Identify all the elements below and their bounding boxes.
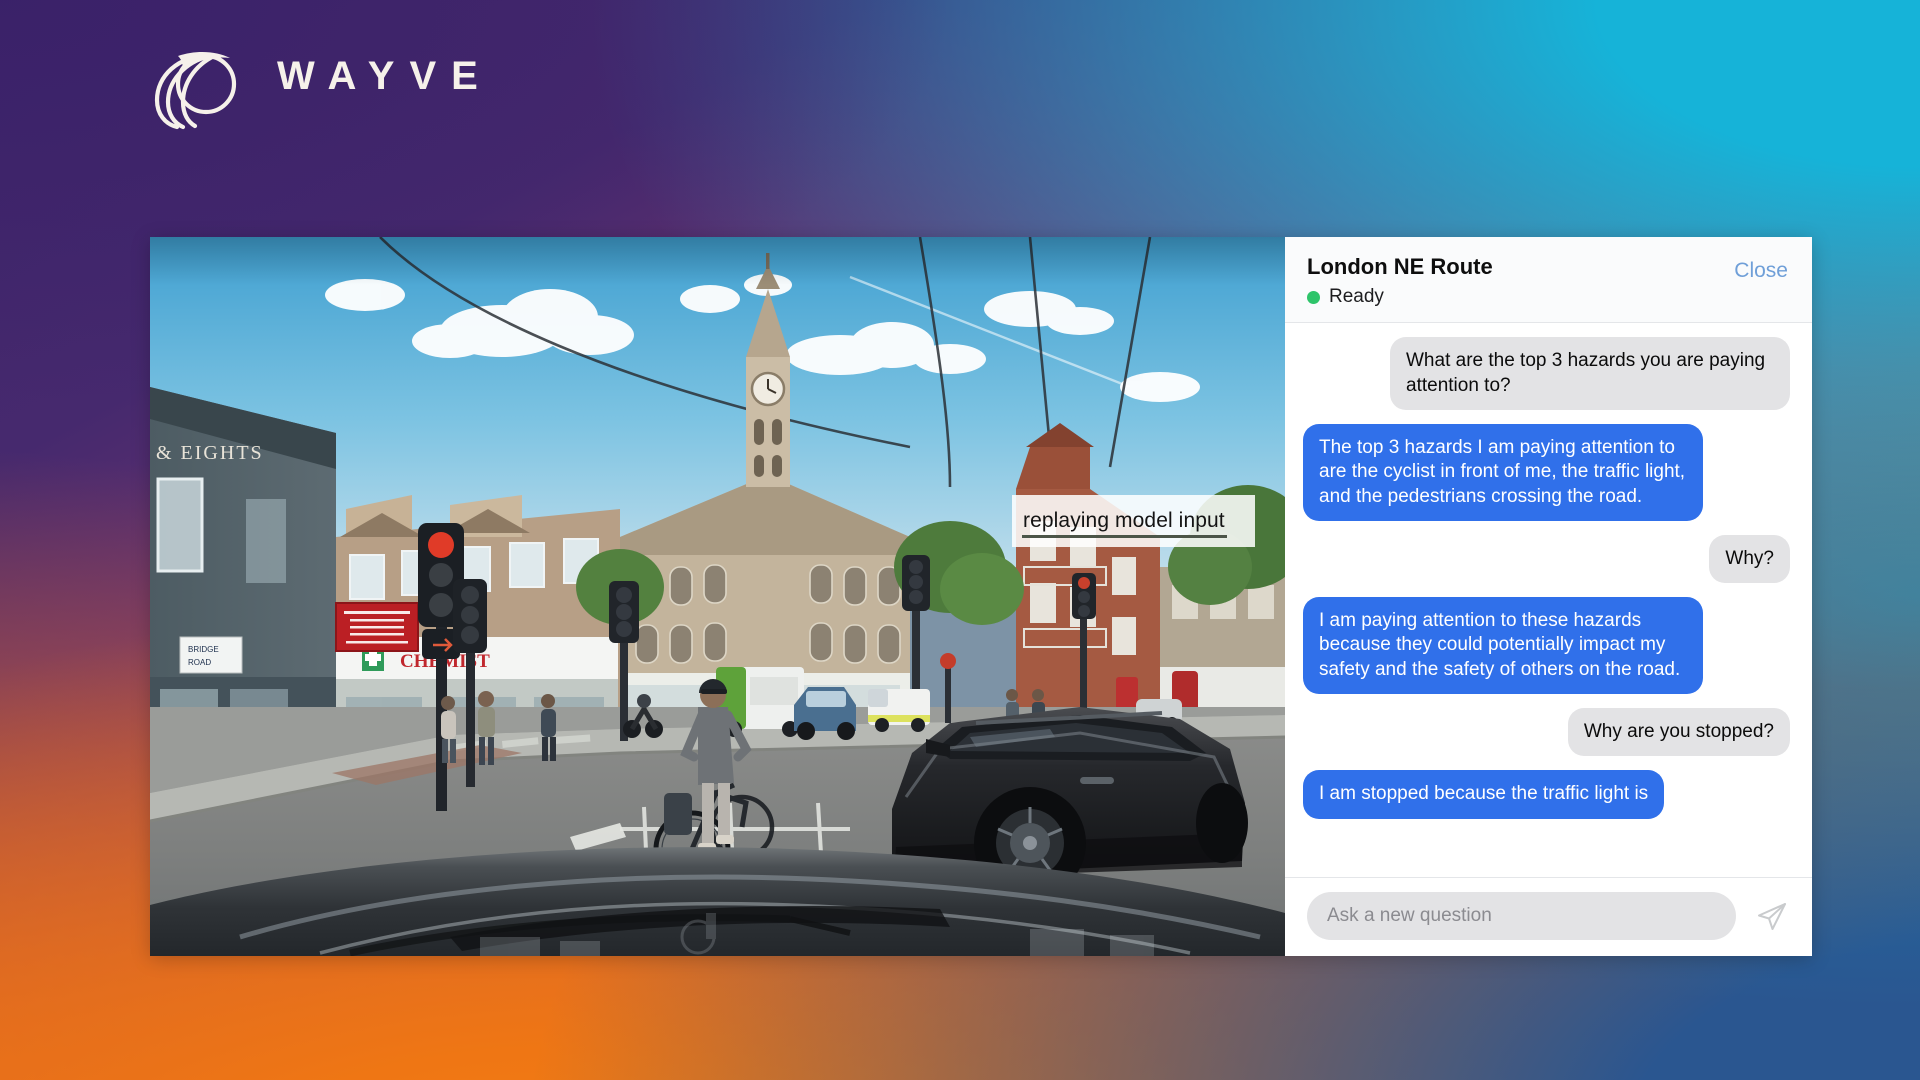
chat-message-row: Why are you stopped? xyxy=(1303,708,1790,757)
brand-name: WAYVE xyxy=(277,54,493,98)
chat-bubble-bot: I am stopped because the traffic light i… xyxy=(1303,770,1665,819)
chat-title: London NE Route xyxy=(1307,254,1493,279)
replay-badge-label: replaying model input xyxy=(1023,509,1225,532)
svg-text:ROAD: ROAD xyxy=(188,658,211,667)
wayve-swirl-logo-icon xyxy=(154,52,237,130)
chat-message-list[interactable]: What are the top 3 hazards you are payin… xyxy=(1285,323,1812,956)
chat-bubble-bot: The top 3 hazards I am paying attention … xyxy=(1303,423,1703,521)
brand-logo: WAYVE xyxy=(148,22,493,130)
chat-message-row: I am paying attention to these hazards b… xyxy=(1303,597,1790,695)
app-panel: & EIGHTS BRIDGE ROAD replaying model inp… xyxy=(150,237,1812,956)
chat-message-row: The top 3 hazards I am paying attention … xyxy=(1303,423,1790,521)
chat-input-bar xyxy=(1285,877,1812,956)
send-button[interactable] xyxy=(1750,894,1794,938)
svg-text:BRIDGE: BRIDGE xyxy=(188,645,219,654)
chat-message-row: Why? xyxy=(1303,534,1790,584)
chat-status: Ready xyxy=(1307,286,1493,308)
chat-bubble-user: Why? xyxy=(1709,534,1790,584)
replay-badge-underline xyxy=(1022,535,1227,538)
chat-message-row: What are the top 3 hazards you are payin… xyxy=(1303,337,1790,410)
chat-bubble-user: What are the top 3 hazards you are payin… xyxy=(1390,337,1790,410)
replaying-model-input-badge: replaying model input xyxy=(1012,495,1255,547)
chat-bubble-bot: I am paying attention to these hazards b… xyxy=(1303,597,1703,695)
chat-header-info: London NE Route Ready xyxy=(1307,254,1493,308)
chat-header: London NE Route Ready Close xyxy=(1285,237,1812,324)
close-button[interactable]: Close xyxy=(1734,260,1788,281)
dashcam-scene: & EIGHTS BRIDGE ROAD xyxy=(150,237,1285,956)
chat-message-row: I am stopped because the traffic light i… xyxy=(1303,770,1790,819)
chat-status-label: Ready xyxy=(1329,286,1384,308)
video-player[interactable]: & EIGHTS BRIDGE ROAD replaying model inp… xyxy=(150,237,1285,956)
chat-bubble-user: Why are you stopped? xyxy=(1567,708,1790,757)
chat-input-field[interactable] xyxy=(1307,892,1736,940)
paper-plane-send-icon xyxy=(1758,903,1786,930)
status-indicator-dot-icon xyxy=(1307,290,1320,304)
chat-panel: London NE Route Ready Close What are the… xyxy=(1285,237,1812,956)
svg-text:& EIGHTS: & EIGHTS xyxy=(156,442,264,464)
